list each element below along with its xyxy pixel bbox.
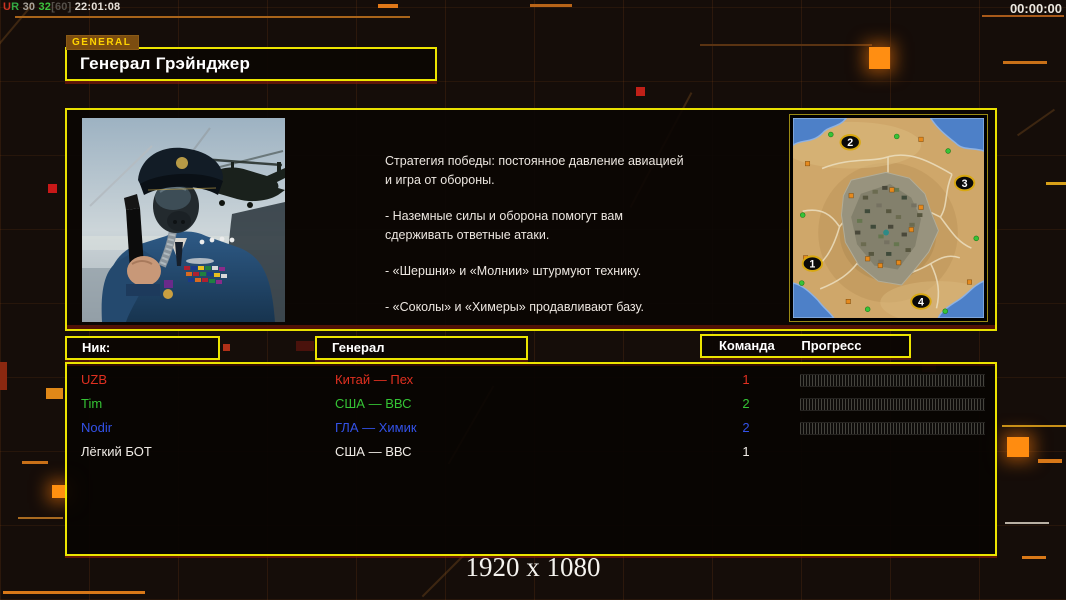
player-team: 2 (742, 420, 750, 435)
briefing-paragraph: - «Соколы» и «Химеры» продавливают базу. (385, 300, 644, 314)
portrait-image (82, 118, 285, 322)
player-general: ГЛА — Химик (335, 420, 417, 435)
background-decoration (1007, 437, 1029, 457)
svg-text:1: 1 (809, 259, 815, 271)
background-decoration (18, 517, 63, 519)
general-portrait (82, 118, 285, 322)
background-decoration (296, 341, 314, 351)
perf-segment: [60] (51, 1, 72, 13)
column-header-nick: Ник: (65, 336, 220, 360)
background-decoration (636, 87, 645, 96)
general-title: Генерал Грэйнджер (65, 47, 437, 81)
background-decoration (48, 184, 57, 193)
background-decoration (1003, 61, 1047, 64)
player-nick: Лёгкий БОТ (81, 444, 152, 459)
load-progress-bar (800, 398, 985, 411)
svg-text:3: 3 (962, 178, 968, 190)
background-diagonal-line (1016, 108, 1056, 137)
player-row: UZB Китай — Пех 1 (67, 369, 995, 393)
briefing-paragraph: - «Шершни» и «Молнии» штурмуют технику. (385, 264, 642, 278)
load-progress-bar (800, 374, 985, 387)
player-general: Китай — Пех (335, 372, 414, 387)
player-row: Tim США — ВВС 2 (67, 393, 995, 417)
svg-text:2: 2 (847, 137, 853, 149)
general-tag: GENERAL (66, 35, 140, 50)
background-decoration (3, 591, 145, 594)
player-general: США — ВВС (335, 396, 412, 411)
column-header-team: Команда (719, 338, 775, 353)
background-decoration (15, 16, 410, 18)
player-row: Nodir ГЛА — Химик 2 (67, 417, 995, 441)
perf-segment: 22:01:08 (71, 1, 121, 13)
player-nick: Tim (81, 396, 103, 411)
perf-segment: 30 (19, 1, 39, 13)
player-team: 1 (742, 444, 750, 459)
player-roster-panel: UZB Китай — Пех 1 Tim США — ВВС 2 Nodir ГЛА — Х… (65, 362, 997, 556)
player-nick: UZB (81, 372, 107, 387)
column-header-general: Генерал (315, 336, 528, 360)
briefing-paragraph: Стратегия победы: постоянное давление ав… (385, 154, 684, 187)
perf-overlay: UR 30 32[60] 22:01:08 (3, 1, 120, 13)
map-preview: 1 2 3 4 (789, 114, 988, 322)
strategy-briefing: Стратегия победы: постоянное давление ав… (385, 152, 721, 334)
player-nick: Nodir (81, 420, 113, 435)
player-general: США — ВВС (335, 444, 412, 459)
resolution-label: 1920 x 1080 (465, 552, 601, 582)
background-decoration (378, 4, 398, 8)
background-decoration (700, 44, 872, 46)
player-team: 2 (742, 396, 750, 411)
background-decoration (1005, 522, 1049, 524)
player-row: Лёгкий БОТ США — ВВС 1 (67, 441, 995, 465)
column-header-team-progress: Команда Прогресс (700, 334, 911, 358)
background-decoration (46, 388, 63, 399)
match-timer: 00:00:00 (1009, 1, 1062, 16)
background-decoration (1038, 459, 1062, 463)
column-header-progress: Прогресс (801, 338, 862, 353)
background-decoration (223, 344, 230, 351)
background-decoration (869, 47, 890, 69)
player-rows: UZB Китай — Пех 1 Tim США — ВВС 2 Nodir ГЛА — Х… (67, 369, 995, 465)
background-decoration (530, 4, 572, 7)
perf-segment: 32 (38, 1, 52, 13)
player-team: 1 (742, 372, 750, 387)
load-progress-bar (800, 422, 985, 435)
background-decoration (1046, 182, 1066, 185)
background-decoration (1002, 425, 1066, 427)
perf-segment: U (3, 1, 12, 13)
briefing-paragraph: - Наземные силы и оборона помогут вам сд… (385, 209, 623, 242)
background-decoration (22, 461, 48, 464)
background-decoration (0, 362, 7, 390)
svg-text:4: 4 (918, 296, 924, 308)
general-info-panel: Стратегия победы: постоянное давление ав… (65, 108, 997, 331)
